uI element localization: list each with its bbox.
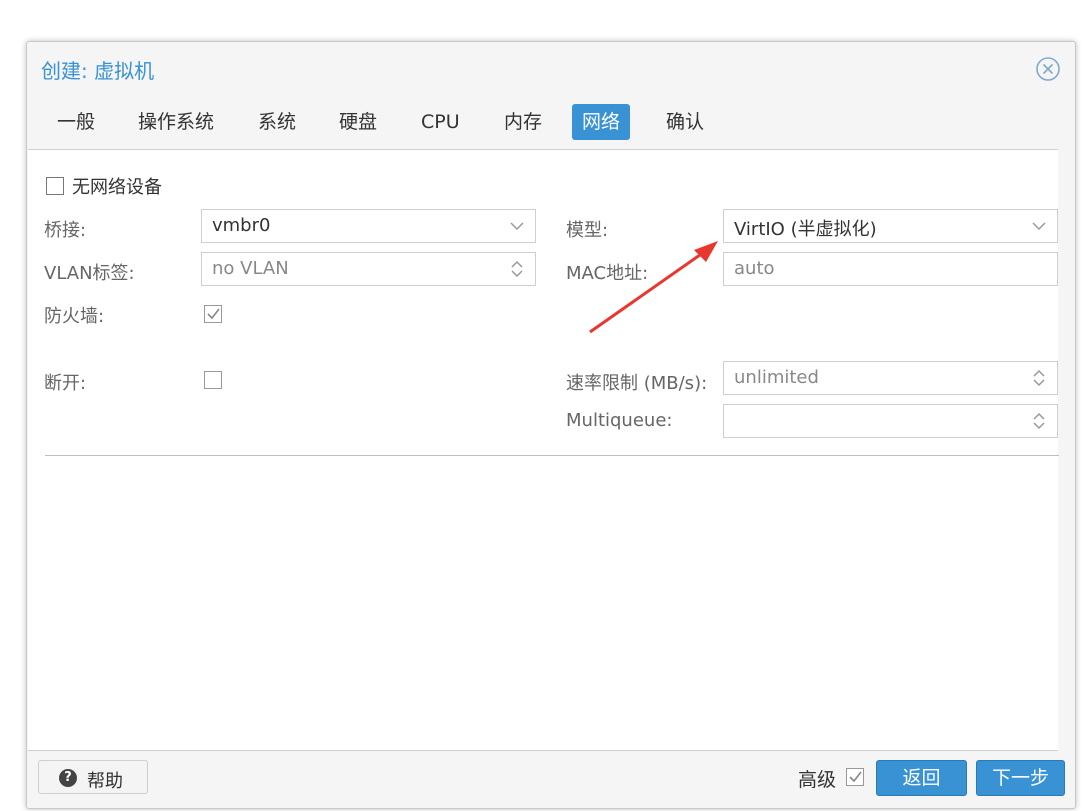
vlan-field[interactable]: no VLAN bbox=[201, 252, 536, 286]
spinner-updown-icon[interactable] bbox=[1029, 368, 1049, 388]
tab-system[interactable]: 系统 bbox=[248, 104, 306, 140]
multiqueue-label: Multiqueue: bbox=[566, 410, 673, 431]
tab-general[interactable]: 一般 bbox=[47, 104, 105, 140]
network-form-panel: 无网络设备 桥接: vmbr0 VLAN标签: no VLAN 防火墙: 模型:… bbox=[28, 149, 1059, 751]
mac-field[interactable]: auto bbox=[723, 252, 1058, 286]
model-label: 模型: bbox=[566, 220, 609, 241]
tab-cpu[interactable]: CPU bbox=[411, 104, 470, 140]
chevron-down-icon[interactable] bbox=[1029, 216, 1049, 236]
spinner-updown-icon[interactable] bbox=[507, 259, 527, 279]
dialog-title: 创建: 虚拟机 bbox=[41, 59, 155, 83]
vlan-label: VLAN标签: bbox=[44, 263, 135, 284]
check-icon bbox=[849, 771, 862, 783]
back-button[interactable]: 返回 bbox=[876, 760, 967, 796]
tab-network[interactable]: 网络 bbox=[572, 104, 631, 140]
firewall-checkbox[interactable] bbox=[204, 305, 222, 323]
help-button[interactable]: ? 帮助 bbox=[38, 760, 148, 794]
close-icon[interactable] bbox=[1035, 56, 1061, 82]
tab-confirm[interactable]: 确认 bbox=[656, 104, 714, 140]
rate-limit-value: unlimited bbox=[734, 367, 819, 388]
bridge-select[interactable]: vmbr0 bbox=[201, 209, 536, 243]
check-icon bbox=[207, 308, 220, 320]
disconnect-label: 断开: bbox=[44, 373, 87, 394]
model-select[interactable]: VirtIO (半虚拟化) bbox=[723, 209, 1058, 243]
advanced-label: 高级 bbox=[798, 769, 837, 791]
mac-label: MAC地址: bbox=[566, 263, 649, 284]
tab-disk[interactable]: 硬盘 bbox=[329, 104, 387, 140]
create-vm-dialog: 创建: 虚拟机 一般 操作系统 系统 硬盘 CPU 内存 网络 确认 无网络设备… bbox=[26, 41, 1076, 809]
bridge-label: 桥接: bbox=[44, 220, 87, 241]
tab-os[interactable]: 操作系统 bbox=[128, 104, 224, 140]
tab-memory[interactable]: 内存 bbox=[494, 104, 552, 140]
vlan-value: no VLAN bbox=[212, 258, 289, 279]
no-network-checkbox[interactable] bbox=[46, 177, 64, 195]
question-circle-icon: ? bbox=[59, 769, 77, 787]
next-button[interactable]: 下一步 bbox=[976, 760, 1065, 796]
firewall-label: 防火墙: bbox=[44, 306, 105, 327]
mac-value: auto bbox=[734, 258, 775, 279]
help-label: 帮助 bbox=[87, 771, 123, 792]
chevron-down-icon[interactable] bbox=[507, 216, 527, 236]
spinner-updown-icon[interactable] bbox=[1029, 411, 1049, 431]
advanced-checkbox[interactable] bbox=[846, 768, 864, 786]
no-network-label: 无网络设备 bbox=[72, 177, 162, 198]
rate-limit-field[interactable]: unlimited bbox=[723, 361, 1058, 395]
section-divider bbox=[45, 455, 1059, 456]
multiqueue-field[interactable] bbox=[723, 404, 1058, 438]
rate-limit-label: 速率限制 (MB/s): bbox=[566, 373, 708, 394]
disconnect-checkbox[interactable] bbox=[204, 371, 222, 389]
model-value: VirtIO (半虚拟化) bbox=[734, 219, 877, 240]
bridge-value: vmbr0 bbox=[212, 215, 271, 236]
